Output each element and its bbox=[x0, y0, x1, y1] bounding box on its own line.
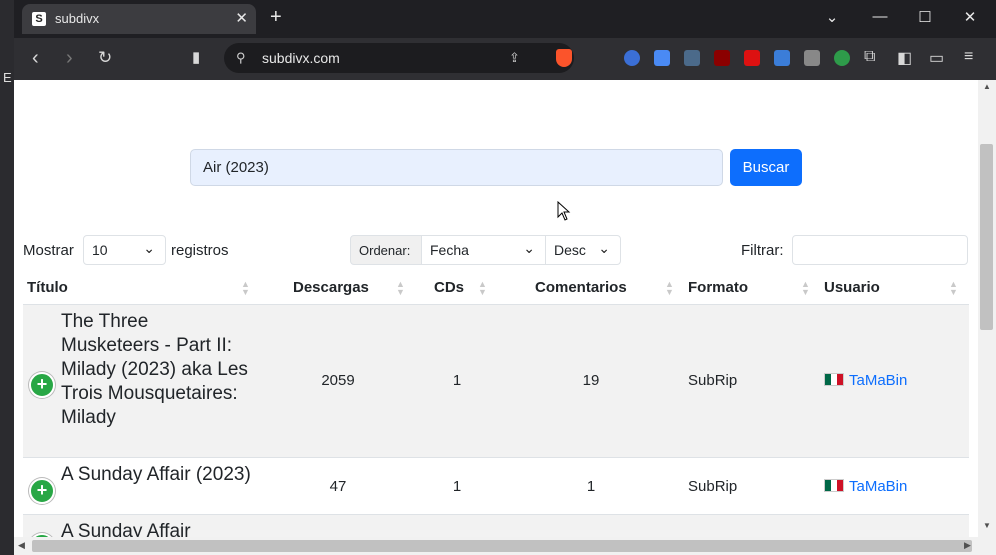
reload-icon[interactable]: ↻ bbox=[98, 47, 112, 69]
tab-bar: S subdivx ✕ + ⌄ — ☐ ✕ bbox=[0, 0, 996, 38]
chevron-down-icon: ⌄ bbox=[143, 240, 155, 256]
lock-extension-icon[interactable] bbox=[744, 50, 760, 66]
browser-tab[interactable]: S subdivx ✕ bbox=[22, 4, 256, 34]
user-cell: TaMaBin bbox=[824, 478, 907, 495]
sort-icon[interactable]: ▲ ▼ bbox=[396, 280, 405, 297]
menu-icon[interactable]: ≡ bbox=[964, 48, 973, 66]
background-window-edge: E bbox=[0, 0, 14, 555]
vertical-scrollbar[interactable]: ▲ ▼ bbox=[978, 80, 996, 537]
maximize-icon[interactable]: ☐ bbox=[915, 8, 935, 26]
extensions-puzzle-icon[interactable]: ⧉ bbox=[864, 48, 875, 66]
table-row: + A Sunday Affair bbox=[23, 515, 969, 537]
sort-icon[interactable]: ▲ ▼ bbox=[478, 280, 487, 297]
user-link[interactable]: TaMaBin bbox=[849, 478, 907, 495]
sort-icon[interactable]: ▲ ▼ bbox=[801, 280, 810, 297]
expand-row-icon[interactable]: + bbox=[29, 372, 55, 398]
chevron-down-icon: ⌄ bbox=[598, 240, 610, 256]
address-bar[interactable]: ⚲ subdivx.com ⇪ bbox=[224, 43, 574, 73]
forward-icon[interactable]: › bbox=[66, 47, 73, 69]
scroll-up-icon[interactable]: ▲ bbox=[983, 82, 991, 91]
expand-row-icon[interactable]: + bbox=[29, 478, 55, 504]
subtitle-title[interactable]: A Sunday Affair bbox=[61, 520, 251, 537]
order-by-select[interactable]: Fecha ⌄ bbox=[421, 235, 546, 265]
order-by-value: Fecha bbox=[430, 242, 469, 258]
forward-extension-icon[interactable] bbox=[774, 50, 790, 66]
cds-cell: 1 bbox=[452, 372, 462, 389]
vertical-scroll-thumb[interactable] bbox=[980, 144, 993, 330]
mexico-flag-icon bbox=[824, 479, 844, 492]
translate-extension-icon[interactable] bbox=[654, 50, 670, 66]
site-favicon-icon: S bbox=[32, 12, 46, 26]
subtitle-title[interactable]: The Three Musketeers - Part II: Milady (… bbox=[61, 310, 251, 430]
close-window-icon[interactable]: ✕ bbox=[960, 8, 980, 26]
page-length-select[interactable]: 10 ⌄ bbox=[83, 235, 166, 265]
order-direction-value: Desc bbox=[554, 242, 586, 258]
mexico-flag-icon bbox=[824, 373, 844, 386]
table-header: Título ▲ ▼ Descargas ▲ ▼ CDs ▲ ▼ Comentario… bbox=[23, 276, 969, 305]
tab-title: subdivx bbox=[55, 11, 100, 26]
user-cell: TaMaBin bbox=[824, 372, 907, 389]
column-comments[interactable]: Comentarios bbox=[535, 279, 627, 296]
table-row: + The Three Musketeers - Part II: Milady… bbox=[23, 305, 969, 458]
sort-icon[interactable]: ▲ ▼ bbox=[665, 280, 674, 297]
edge-extension-icon[interactable] bbox=[624, 50, 640, 66]
user-extension-icon[interactable] bbox=[684, 50, 700, 66]
format-cell: SubRip bbox=[688, 372, 738, 389]
tab-search-chevron-icon[interactable]: ⌄ bbox=[822, 8, 842, 26]
sort-icon[interactable]: ▲ ▼ bbox=[949, 280, 958, 297]
column-user[interactable]: Usuario bbox=[824, 279, 880, 296]
chevron-down-icon: ⌄ bbox=[523, 240, 535, 256]
url-text[interactable]: subdivx.com bbox=[262, 50, 340, 66]
browser-toolbar: ‹ › ↻ ▮ ⚲ subdivx.com ⇪ ⧉ ◧ ▭ ≡ bbox=[14, 38, 996, 80]
ab-extension-icon[interactable] bbox=[804, 50, 820, 66]
scroll-right-icon[interactable]: ▶ bbox=[964, 540, 971, 551]
close-tab-icon[interactable]: ✕ bbox=[235, 9, 248, 27]
column-downloads[interactable]: Descargas bbox=[293, 279, 369, 296]
site-settings-icon[interactable]: ⚲ bbox=[236, 50, 246, 66]
format-cell: SubRip bbox=[688, 478, 738, 495]
scroll-down-icon[interactable]: ▼ bbox=[983, 521, 991, 530]
cds-cell: 1 bbox=[452, 478, 462, 495]
sort-icon[interactable]: ▲ ▼ bbox=[241, 280, 250, 297]
subtitle-title[interactable]: A Sunday Affair (2023) bbox=[61, 463, 251, 487]
user-link[interactable]: TaMaBin bbox=[849, 372, 907, 389]
filter-label: Filtrar: bbox=[741, 242, 784, 259]
web-page: Buscar Mostrar 10 ⌄ registros Ordenar: F… bbox=[14, 80, 978, 537]
new-tab-icon[interactable]: + bbox=[270, 6, 282, 29]
column-format[interactable]: Formato bbox=[688, 279, 748, 296]
comments-cell: 19 bbox=[582, 372, 600, 389]
show-label: Mostrar bbox=[23, 242, 74, 259]
horizontal-scrollbar[interactable]: ◀ ▶ bbox=[14, 537, 996, 555]
back-icon[interactable]: ‹ bbox=[32, 47, 39, 69]
downloads-cell: 2059 bbox=[321, 372, 355, 389]
comments-cell: 1 bbox=[586, 478, 596, 495]
wallet-icon[interactable]: ▭ bbox=[929, 48, 944, 68]
column-cds[interactable]: CDs bbox=[434, 279, 464, 296]
column-title[interactable]: Título bbox=[27, 279, 68, 296]
downloads-cell: 47 bbox=[329, 478, 347, 495]
ublock-extension-icon[interactable] bbox=[714, 50, 730, 66]
horizontal-scroll-thumb[interactable] bbox=[32, 540, 972, 552]
bookmark-icon[interactable]: ▮ bbox=[192, 47, 200, 69]
table-row: + A Sunday Affair (2023) 47 1 1 SubRip T… bbox=[23, 458, 969, 515]
order-label: Ordenar: bbox=[350, 235, 422, 265]
search-input[interactable] bbox=[190, 149, 723, 186]
page-length-value: 10 bbox=[92, 242, 108, 258]
records-label: registros bbox=[171, 242, 229, 259]
sidebar-icon[interactable]: ◧ bbox=[897, 48, 912, 68]
scroll-left-icon[interactable]: ◀ bbox=[18, 540, 25, 551]
brave-shields-icon[interactable] bbox=[556, 49, 572, 67]
minimize-icon[interactable]: — bbox=[870, 8, 890, 25]
share-icon[interactable]: ⇪ bbox=[509, 50, 520, 66]
color-extension-icon[interactable] bbox=[834, 50, 850, 66]
filter-input[interactable] bbox=[792, 235, 968, 265]
search-button[interactable]: Buscar bbox=[730, 149, 802, 186]
order-direction-select[interactable]: Desc ⌄ bbox=[545, 235, 621, 265]
mouse-cursor-icon bbox=[557, 201, 571, 221]
